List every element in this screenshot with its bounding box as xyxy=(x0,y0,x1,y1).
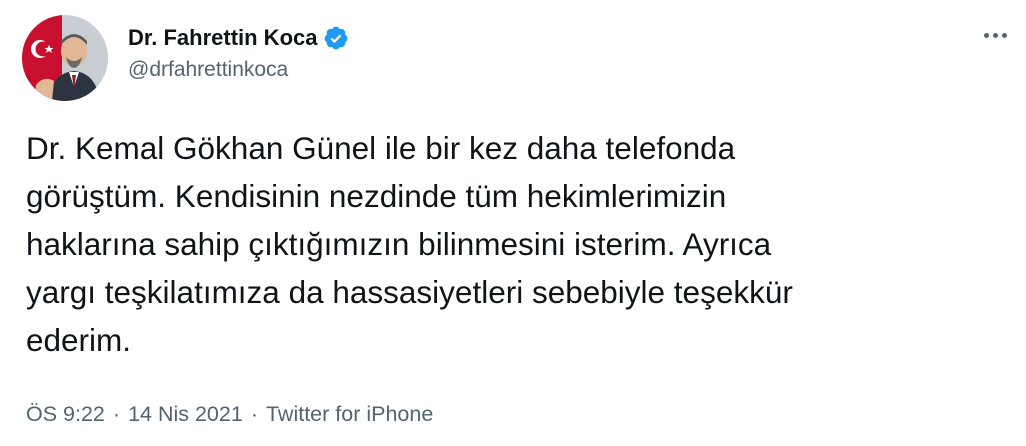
profile-photo-icon xyxy=(22,15,108,101)
tweet-metadata: ÖS 9:22 · 14 Nis 2021 · Twitter for iPho… xyxy=(26,402,433,427)
tweet-date[interactable]: 14 Nis 2021 xyxy=(128,402,243,427)
dot xyxy=(992,32,998,38)
tweet-time[interactable]: ÖS 9:22 xyxy=(26,402,105,427)
author-display-name[interactable]: Dr. Fahrettin Koca xyxy=(128,25,317,51)
tweet-card: Dr. Fahrettin Koca @drfahrettinkoca Dr. … xyxy=(0,0,1026,446)
avatar[interactable] xyxy=(22,15,108,101)
tweet-source[interactable]: Twitter for iPhone xyxy=(266,402,433,427)
dot xyxy=(983,32,989,38)
tweet-text: Dr. Kemal Gökhan Günel ile bir kez daha … xyxy=(26,130,793,358)
separator: · xyxy=(112,402,121,426)
separator: · xyxy=(250,402,258,426)
author-name-row[interactable]: Dr. Fahrettin Koca xyxy=(128,22,349,54)
more-options-icon[interactable] xyxy=(978,22,1012,48)
dot xyxy=(1001,32,1007,38)
verified-badge-icon xyxy=(323,25,349,51)
author-handle[interactable]: @drfahrettinkoca xyxy=(128,58,288,82)
